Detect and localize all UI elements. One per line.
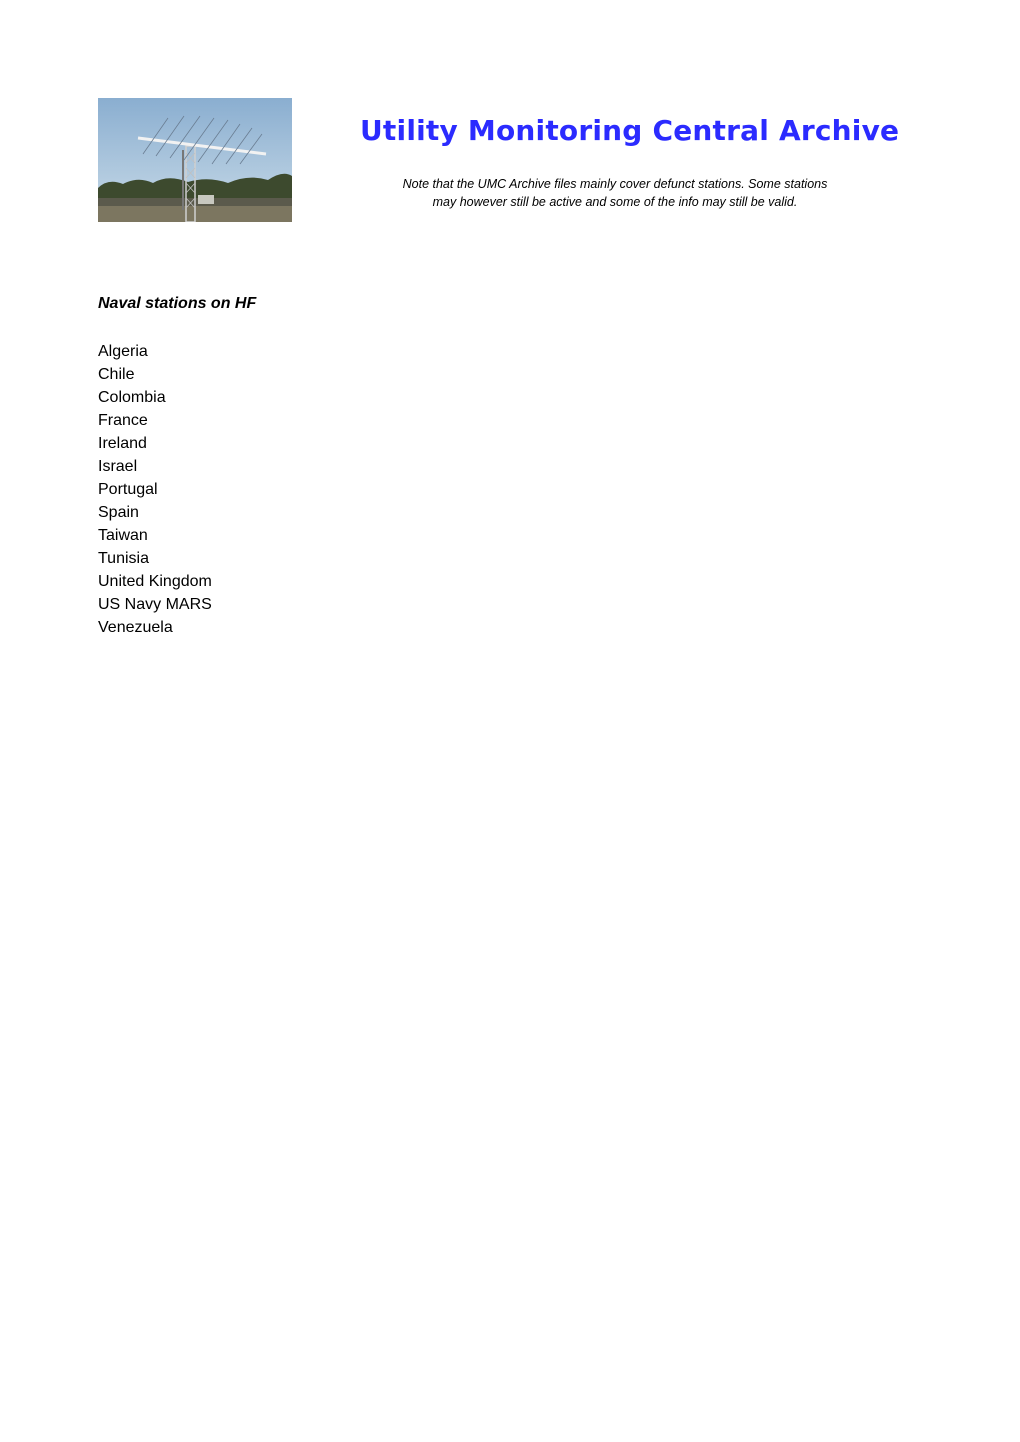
list-item: France — [98, 409, 212, 432]
country-link-france[interactable]: France — [98, 412, 148, 429]
list-item: Spain — [98, 501, 212, 524]
country-link-ireland[interactable]: Ireland — [98, 435, 147, 452]
page-title: Utility Monitoring Central Archive — [360, 114, 900, 147]
country-link-spain[interactable]: Spain — [98, 504, 139, 521]
list-item: Taiwan — [98, 524, 212, 547]
country-link-colombia[interactable]: Colombia — [98, 389, 166, 406]
antenna-tower-image — [98, 98, 292, 222]
antenna-photo — [98, 98, 292, 222]
list-item: Portugal — [98, 478, 212, 501]
list-item: United Kingdom — [98, 570, 212, 593]
note-line-1: Note that the UMC Archive files mainly c… — [402, 177, 828, 191]
list-item: US Navy MARS — [98, 593, 212, 616]
country-link-us-navy-mars[interactable]: US Navy MARS — [98, 596, 212, 613]
list-item: Algeria — [98, 340, 212, 363]
country-link-israel[interactable]: Israel — [98, 458, 137, 475]
list-item: Chile — [98, 363, 212, 386]
country-list: Algeria Chile Colombia France Ireland Is… — [98, 340, 212, 639]
list-item: Ireland — [98, 432, 212, 455]
list-item: Tunisia — [98, 547, 212, 570]
country-link-tunisia[interactable]: Tunisia — [98, 550, 149, 567]
list-item: Israel — [98, 455, 212, 478]
list-item: Venezuela — [98, 616, 212, 639]
section-heading: Naval stations on HF — [98, 295, 257, 312]
note-line-2: may however still be active and some of … — [432, 195, 798, 209]
archive-note: Note that the UMC Archive files mainly c… — [360, 175, 870, 211]
country-link-portugal[interactable]: Portugal — [98, 481, 158, 498]
country-link-venezuela[interactable]: Venezuela — [98, 619, 173, 636]
list-item: Colombia — [98, 386, 212, 409]
country-link-united-kingdom[interactable]: United Kingdom — [98, 573, 212, 590]
country-link-taiwan[interactable]: Taiwan — [98, 527, 148, 544]
country-link-algeria[interactable]: Algeria — [98, 343, 148, 360]
country-link-chile[interactable]: Chile — [98, 366, 134, 383]
